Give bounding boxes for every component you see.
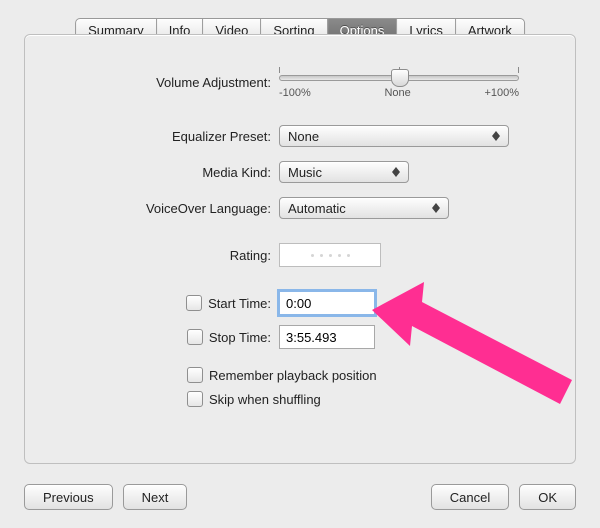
volume-slider[interactable]: -100% None +100% — [279, 67, 519, 97]
previous-button[interactable]: Previous — [24, 484, 113, 510]
media-kind-popup[interactable]: Music — [279, 161, 409, 183]
rating-label: Rating: — [25, 248, 279, 263]
skip-shuffle-checkbox[interactable] — [187, 391, 203, 407]
chevron-up-down-icon — [490, 131, 502, 141]
ok-button[interactable]: OK — [519, 484, 576, 510]
rating-dot — [311, 254, 314, 257]
stop-time-input[interactable] — [279, 325, 375, 349]
equalizer-label: Equalizer Preset: — [25, 129, 279, 144]
stop-time-checkbox[interactable] — [187, 329, 203, 345]
equalizer-value: None — [288, 129, 319, 144]
start-time-checkbox[interactable] — [186, 295, 202, 311]
skip-shuffle-label: Skip when shuffling — [209, 392, 321, 407]
volume-slider-thumb[interactable] — [391, 69, 409, 87]
start-time-label: Start Time: — [208, 296, 271, 311]
rating-dot — [329, 254, 332, 257]
chevron-up-down-icon — [390, 167, 402, 177]
volume-max-label: +100% — [484, 87, 519, 99]
voiceover-label: VoiceOver Language: — [25, 201, 279, 216]
volume-label: Volume Adjustment: — [25, 75, 279, 90]
rating-control[interactable] — [279, 243, 381, 267]
dialog-buttons: Previous Next Cancel OK — [24, 484, 576, 510]
rating-dot — [320, 254, 323, 257]
remember-position-checkbox[interactable] — [187, 367, 203, 383]
next-button[interactable]: Next — [123, 484, 188, 510]
voiceover-value: Automatic — [288, 201, 346, 216]
stop-time-label: Stop Time: — [209, 330, 271, 345]
options-dialog: Summary Info Video Sorting Options Lyric… — [0, 0, 600, 528]
voiceover-popup[interactable]: Automatic — [279, 197, 449, 219]
cancel-button[interactable]: Cancel — [431, 484, 509, 510]
rating-dot — [347, 254, 350, 257]
options-panel: Volume Adjustment: -100% None +100% — [24, 34, 576, 464]
rating-dot — [338, 254, 341, 257]
start-time-input[interactable] — [279, 291, 375, 315]
chevron-up-down-icon — [430, 203, 442, 213]
volume-center-label: None — [384, 87, 410, 99]
media-kind-value: Music — [288, 165, 322, 180]
equalizer-popup[interactable]: None — [279, 125, 509, 147]
remember-position-label: Remember playback position — [209, 368, 377, 383]
volume-min-label: -100% — [279, 87, 311, 99]
media-kind-label: Media Kind: — [25, 165, 279, 180]
